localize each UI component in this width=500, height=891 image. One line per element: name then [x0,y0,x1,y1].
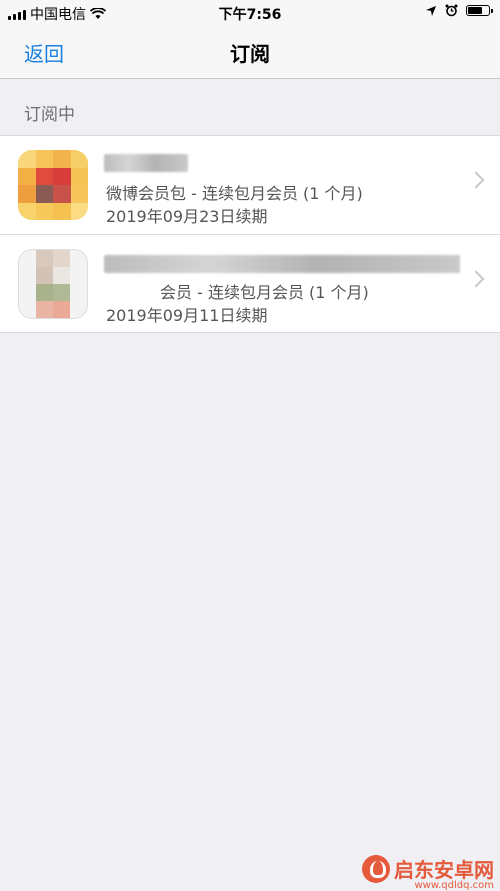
renewal-date: 2019年09月11日续期 [106,306,268,325]
app-name-redacted [104,154,188,172]
status-right [425,4,493,17]
chevron-right-icon [467,270,485,288]
app-name-redacted [104,255,460,273]
renewal-date: 2019年09月23日续期 [106,207,268,226]
plan-label: 会员 - 连续包月会员 (1 个月) [160,283,369,302]
subscription-row[interactable]: 微博会员包 - 连续包月会员 (1 个月) 2019年09月23日续期 [0,136,500,234]
watermark-url: www.qdldq.com [414,880,494,891]
watermark-logo-icon [362,854,390,883]
chevron-right-icon [467,171,485,189]
location-arrow-icon [426,5,436,16]
plan-label: 微博会员包 - 连续包月会员 (1 个月) [106,184,363,203]
battery-icon [466,5,493,16]
subscription-row[interactable]: 会员 - 连续包月会员 (1 个月) 2019年09月11日续期 [0,234,500,332]
app-icon [18,249,88,319]
page-title: 订阅 [230,42,270,66]
subscription-list: 微博会员包 - 连续包月会员 (1 个月) 2019年09月23日续期 会员 -… [0,135,500,333]
status-bar: 中国电信 下午7:56 [0,0,500,24]
watermark-brand: 启东安卓网 [394,858,494,882]
section-header: 订阅中 [24,105,75,125]
navigation-bar: 返回 订阅 [0,24,500,79]
app-icon [18,150,88,220]
alarm-icon [445,4,458,17]
watermark: 启东安卓网 www.qdldq.com [362,854,494,891]
